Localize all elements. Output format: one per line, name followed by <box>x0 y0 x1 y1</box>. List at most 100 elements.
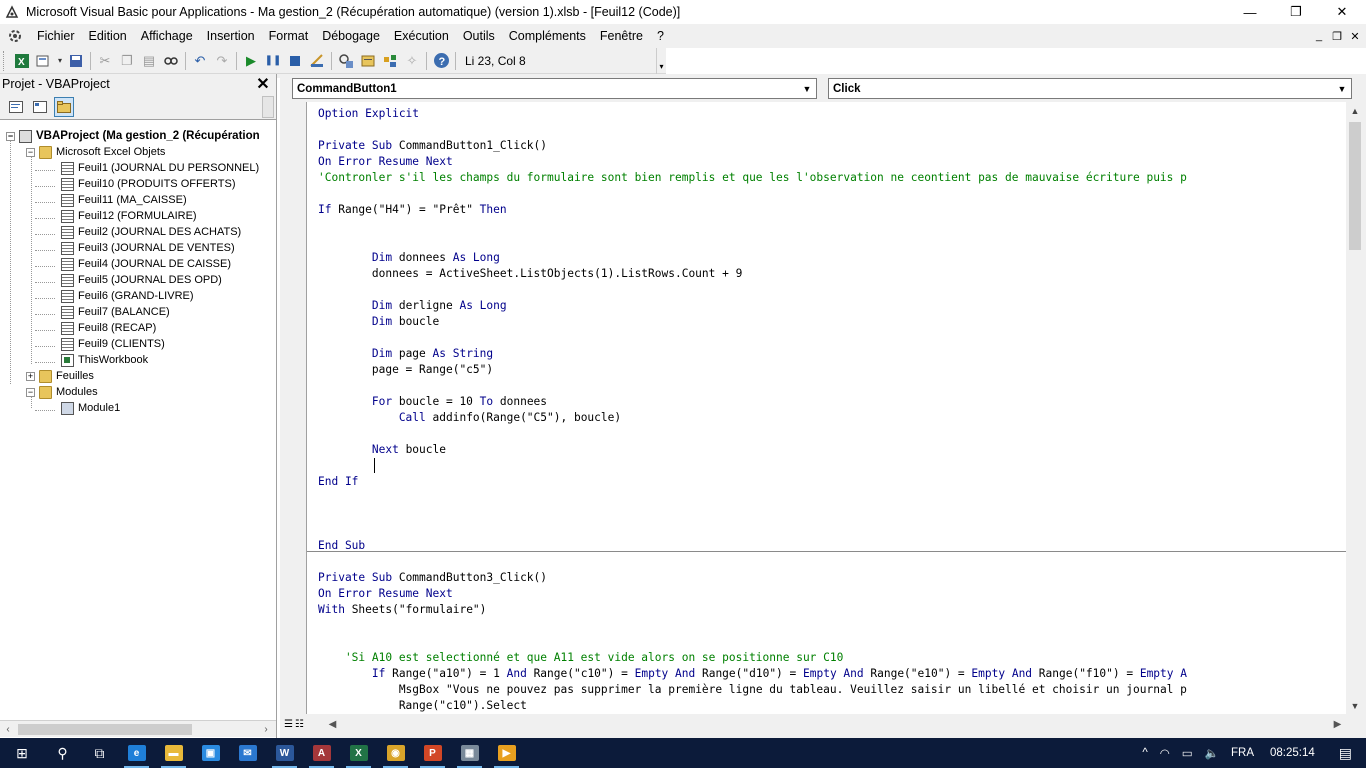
menu-debogage[interactable]: Débogage <box>315 24 387 48</box>
menu-outils[interactable]: Outils <box>456 24 502 48</box>
view-code-icon[interactable] <box>6 97 26 117</box>
task-view-button[interactable]: ⧉ <box>81 738 118 768</box>
code-line[interactable]: End If <box>318 474 1346 490</box>
tree-node-feuil12[interactable]: Feuil12 (FORMULAIRE) <box>61 208 197 224</box>
code-line[interactable]: Range("c10").Select <box>318 698 1346 714</box>
code-line[interactable] <box>318 186 1346 202</box>
minimize-button[interactable]: — <box>1227 0 1273 24</box>
tree-node-feuil1[interactable]: Feuil1 (JOURNAL DU PERSONNEL) <box>61 160 259 176</box>
store-app[interactable]: ▣ <box>192 738 229 768</box>
tree-node-feuil2[interactable]: Feuil2 (JOURNAL DES ACHATS) <box>61 224 241 240</box>
code-window-icon[interactable] <box>0 24 30 48</box>
code-line[interactable]: Dim derligne As Long <box>318 298 1346 314</box>
tree-node-vbaproject[interactable]: − VBAProject (Ma gestion_2 (Récupération <box>6 128 260 144</box>
powerpoint-app[interactable]: P <box>414 738 451 768</box>
insert-icon[interactable] <box>33 50 55 72</box>
scroll-right-icon[interactable]: › <box>258 721 274 738</box>
code-line[interactable]: 'Contronler s'il les champs du formulair… <box>318 170 1346 186</box>
cut-icon[interactable]: ✂ <box>94 50 116 72</box>
code-line[interactable]: With Sheets("formulaire") <box>318 602 1346 618</box>
undo-icon[interactable]: ↶ <box>189 50 211 72</box>
code-line[interactable]: Private Sub CommandButton3_Click() <box>318 570 1346 586</box>
code-line[interactable] <box>318 218 1346 234</box>
menu-format[interactable]: Format <box>262 24 316 48</box>
chrome-app[interactable]: ◉ <box>377 738 414 768</box>
code-line[interactable]: Call addinfo(Range("C5"), boucle) <box>318 410 1346 426</box>
close-button[interactable]: ✕ <box>1319 0 1365 24</box>
expand-icon[interactable]: + <box>26 371 35 381</box>
code-editor[interactable]: Option Explicit Private Sub CommandButto… <box>306 102 1346 714</box>
code-line[interactable] <box>318 234 1346 250</box>
code-horizontal-scrollbar[interactable]: ◀ ▶ <box>306 715 1346 733</box>
properties-icon[interactable] <box>357 50 379 72</box>
tree-node-modules[interactable]: − Modules <box>26 384 98 400</box>
code-line[interactable]: Private Sub CommandButton1_Click() <box>318 138 1346 154</box>
view-object-icon[interactable] <box>30 97 50 117</box>
menu-complements[interactable]: Compléments <box>502 24 593 48</box>
code-line[interactable] <box>318 618 1346 634</box>
code-line[interactable]: On Error Resume Next <box>318 154 1346 170</box>
code-line[interactable] <box>318 506 1346 522</box>
vba-editor-app[interactable]: ▦ <box>451 738 488 768</box>
code-line[interactable] <box>318 330 1346 346</box>
collapse-icon[interactable]: − <box>26 387 35 397</box>
access-app[interactable]: A <box>303 738 340 768</box>
object-combo[interactable]: CommandButton1 ▼ <box>292 78 817 99</box>
code-line[interactable]: Dim page As String <box>318 346 1346 362</box>
language-indicator[interactable]: FRA <box>1225 738 1260 768</box>
code-line[interactable]: For boucle = 10 To donnees <box>318 394 1346 410</box>
scroll-down-icon[interactable]: ▼ <box>1346 697 1364 714</box>
insert-dropdown-icon[interactable]: ▾ <box>55 50 65 72</box>
chevron-down-icon[interactable]: ▼ <box>799 80 815 97</box>
collapse-icon[interactable]: − <box>26 147 35 157</box>
menu-help[interactable]: ? <box>650 24 671 48</box>
menu-fichier[interactable]: Fichier <box>30 24 82 48</box>
scroll-up-icon[interactable]: ▲ <box>1346 102 1364 119</box>
mdi-close-button[interactable]: ✕ <box>1346 24 1364 48</box>
edge-app[interactable]: e <box>118 738 155 768</box>
redo-icon[interactable]: ↷ <box>211 50 233 72</box>
paste-icon[interactable]: ▤ <box>138 50 160 72</box>
mdi-minimize-button[interactable]: _ <box>1310 24 1328 48</box>
code-line[interactable] <box>318 458 1346 474</box>
project-close-button[interactable]: ✕ <box>254 75 272 93</box>
toggle-folders-icon[interactable] <box>54 96 74 117</box>
code-line[interactable]: Next boucle <box>318 442 1346 458</box>
tree-node-feuil7[interactable]: Feuil7 (BALANCE) <box>61 304 170 320</box>
reset-icon[interactable] <box>284 50 306 72</box>
collapse-icon[interactable]: − <box>6 131 15 141</box>
project-explorer-icon[interactable] <box>335 50 357 72</box>
object-browser-icon[interactable] <box>379 50 401 72</box>
procedure-view-icon[interactable]: ☰ <box>284 719 293 730</box>
excel-icon[interactable]: X <box>11 50 33 72</box>
tree-node-feuil3[interactable]: Feuil3 (JOURNAL DE VENTES) <box>61 240 235 256</box>
code-line[interactable] <box>318 282 1346 298</box>
project-toolbar-scroll[interactable] <box>262 96 274 118</box>
code-line[interactable] <box>318 426 1346 442</box>
search-button[interactable]: ⚲ <box>44 738 81 768</box>
menu-execution[interactable]: Exécution <box>387 24 456 48</box>
code-line[interactable] <box>318 490 1346 506</box>
procedure-combo[interactable]: Click ▼ <box>828 78 1352 99</box>
code-line[interactable]: page = Range("c5") <box>318 362 1346 378</box>
excel-app[interactable]: X <box>340 738 377 768</box>
find-icon[interactable] <box>160 50 182 72</box>
toolbox-icon[interactable]: ✧ <box>401 50 423 72</box>
project-horizontal-scrollbar[interactable]: ‹ › <box>0 720 276 737</box>
code-line[interactable] <box>318 554 1346 570</box>
media-app[interactable]: ▶ <box>488 738 525 768</box>
file-explorer-app[interactable]: ▬ <box>155 738 192 768</box>
code-line[interactable]: Dim boucle <box>318 314 1346 330</box>
code-line[interactable]: donnees = ActiveSheet.ListObjects(1).Lis… <box>318 266 1346 282</box>
save-icon[interactable] <box>65 50 87 72</box>
margin-indicator-bar[interactable] <box>280 102 306 714</box>
tree-node-excel-objects[interactable]: − Microsoft Excel Objets <box>26 144 165 160</box>
code-line[interactable]: 'Si A10 est selectionné et que A11 est v… <box>318 650 1346 666</box>
clock[interactable]: 08:25:14 <box>1260 738 1325 768</box>
word-app[interactable]: W <box>266 738 303 768</box>
wifi-icon[interactable]: ◠ <box>1154 738 1176 768</box>
volume-icon[interactable]: 🔈 <box>1199 738 1225 768</box>
tree-node-feuil10[interactable]: Feuil10 (PRODUITS OFFERTS) <box>61 176 236 192</box>
copy-icon[interactable]: ❐ <box>116 50 138 72</box>
run-icon[interactable]: ▶ <box>240 50 262 72</box>
